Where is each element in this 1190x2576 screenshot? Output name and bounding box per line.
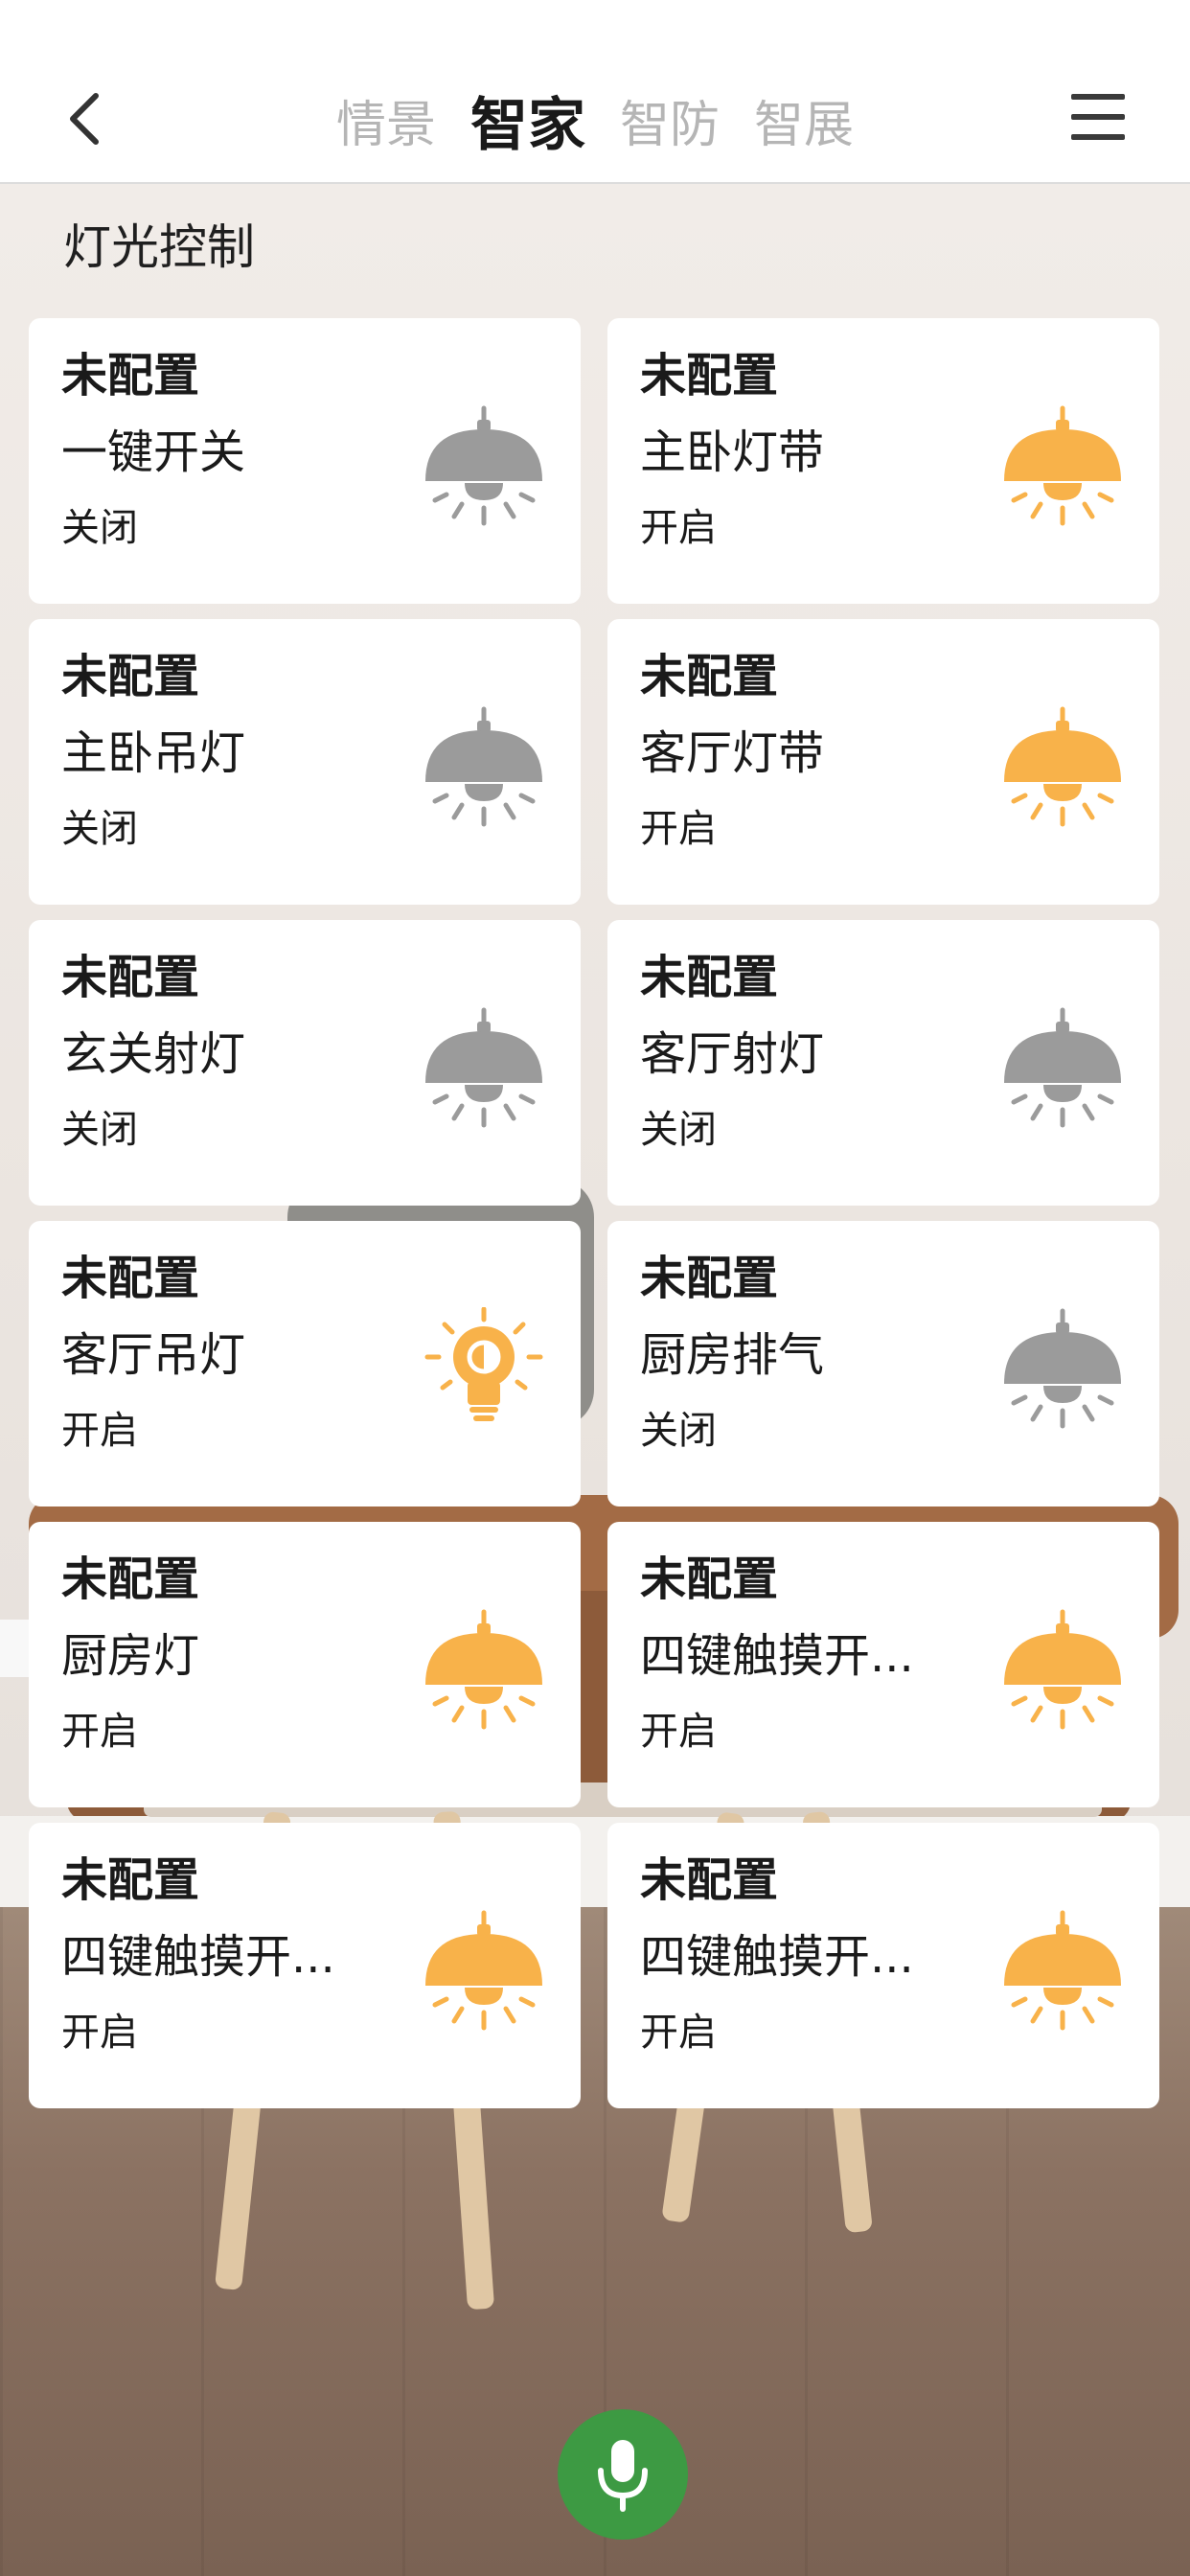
light-bulb-icon[interactable] (422, 1306, 546, 1432)
device-name: 厨房灯 (61, 1629, 200, 1683)
device-state: 开启 (61, 2011, 138, 2055)
config-status: 未配置 (640, 650, 779, 703)
config-status: 未配置 (61, 1853, 200, 1907)
device-name: 一键开关 (61, 426, 246, 479)
device-card[interactable]: 未配置 四键触摸开... 开启 (607, 1823, 1159, 2108)
device-name: 客厅吊灯 (61, 1328, 246, 1382)
category-tabs: 情景 智家 智防 智展 (0, 58, 1190, 182)
tab-smart-home[interactable]: 智家 (470, 79, 585, 162)
device-name: 客厅灯带 (640, 726, 825, 780)
tab-smart-display[interactable]: 智展 (754, 84, 854, 156)
pendant-lamp-icon[interactable] (1000, 705, 1125, 830)
device-state: 关闭 (640, 1108, 717, 1152)
device-state: 开启 (640, 506, 717, 550)
device-card[interactable]: 未配置 客厅射灯 关闭 (607, 920, 1159, 1206)
device-card[interactable]: 未配置 客厅灯带 开启 (607, 619, 1159, 905)
config-status: 未配置 (640, 951, 779, 1004)
config-status: 未配置 (640, 1252, 779, 1305)
device-name: 主卧吊灯 (61, 726, 246, 780)
pendant-lamp-icon[interactable] (422, 1608, 546, 1733)
device-name: 玄关射灯 (61, 1027, 246, 1081)
pendant-lamp-icon[interactable] (1000, 1608, 1125, 1733)
pendant-lamp-icon[interactable] (1000, 1307, 1125, 1432)
menu-button[interactable] (1071, 94, 1129, 148)
device-state: 开启 (640, 807, 717, 851)
device-card[interactable]: 未配置 主卧吊灯 关闭 (29, 619, 581, 905)
device-name: 厨房排气 (640, 1328, 825, 1382)
pendant-lamp-icon[interactable] (422, 1909, 546, 2034)
device-card[interactable]: 未配置 厨房灯 开启 (29, 1522, 581, 1807)
device-state: 开启 (61, 1710, 138, 1754)
config-status: 未配置 (61, 1252, 200, 1305)
pendant-lamp-icon[interactable] (1000, 404, 1125, 529)
device-name: 四键触摸开... (61, 1930, 335, 1984)
device-card[interactable]: 未配置 客厅吊灯 开启 (29, 1221, 581, 1506)
device-state: 开启 (640, 2011, 717, 2055)
microphone-icon (598, 2440, 648, 2512)
tab-smart-security[interactable]: 智防 (620, 84, 720, 156)
status-bar (0, 0, 1190, 58)
hamburger-menu-icon (1071, 94, 1129, 140)
device-card[interactable]: 未配置 主卧灯带 开启 (607, 318, 1159, 604)
back-button[interactable] (57, 88, 119, 150)
device-card[interactable]: 未配置 四键触摸开... 开启 (29, 1823, 581, 2108)
device-state: 关闭 (61, 506, 138, 550)
voice-input-button[interactable] (558, 2409, 688, 2540)
pendant-lamp-icon[interactable] (1000, 1909, 1125, 2034)
device-name: 四键触摸开... (640, 1629, 914, 1683)
config-status: 未配置 (61, 1552, 200, 1606)
config-status: 未配置 (640, 1853, 779, 1907)
config-status: 未配置 (640, 349, 779, 402)
device-state: 关闭 (61, 1108, 138, 1152)
device-state: 开启 (61, 1409, 138, 1453)
config-status: 未配置 (61, 951, 200, 1004)
wall-outlet (0, 1620, 33, 1677)
device-state: 关闭 (61, 807, 138, 851)
chevron-left-icon (70, 93, 99, 145)
pendant-lamp-icon[interactable] (422, 404, 546, 529)
config-status: 未配置 (61, 349, 200, 402)
section-title: 灯光控制 (63, 219, 255, 275)
config-status: 未配置 (640, 1552, 779, 1606)
config-status: 未配置 (61, 650, 200, 703)
device-card[interactable]: 未配置 厨房排气 关闭 (607, 1221, 1159, 1506)
pendant-lamp-icon[interactable] (422, 705, 546, 830)
device-card[interactable]: 未配置 四键触摸开... 开启 (607, 1522, 1159, 1807)
device-card[interactable]: 未配置 一键开关 关闭 (29, 318, 581, 604)
device-grid: 未配置 一键开关 关闭 未配置 主卧灯带 开启 未配置 主卧吊灯 关闭 未配置 … (29, 318, 1159, 2108)
device-state: 开启 (640, 1710, 717, 1754)
top-nav-bar: 情景 智家 智防 智展 (0, 58, 1190, 184)
device-name: 四键触摸开... (640, 1930, 914, 1984)
device-name: 主卧灯带 (640, 426, 825, 479)
pendant-lamp-icon[interactable] (422, 1006, 546, 1131)
device-name: 客厅射灯 (640, 1027, 825, 1081)
tab-scene[interactable]: 情景 (336, 84, 436, 156)
device-card[interactable]: 未配置 玄关射灯 关闭 (29, 920, 581, 1206)
pendant-lamp-icon[interactable] (1000, 1006, 1125, 1131)
device-state: 关闭 (640, 1409, 717, 1453)
